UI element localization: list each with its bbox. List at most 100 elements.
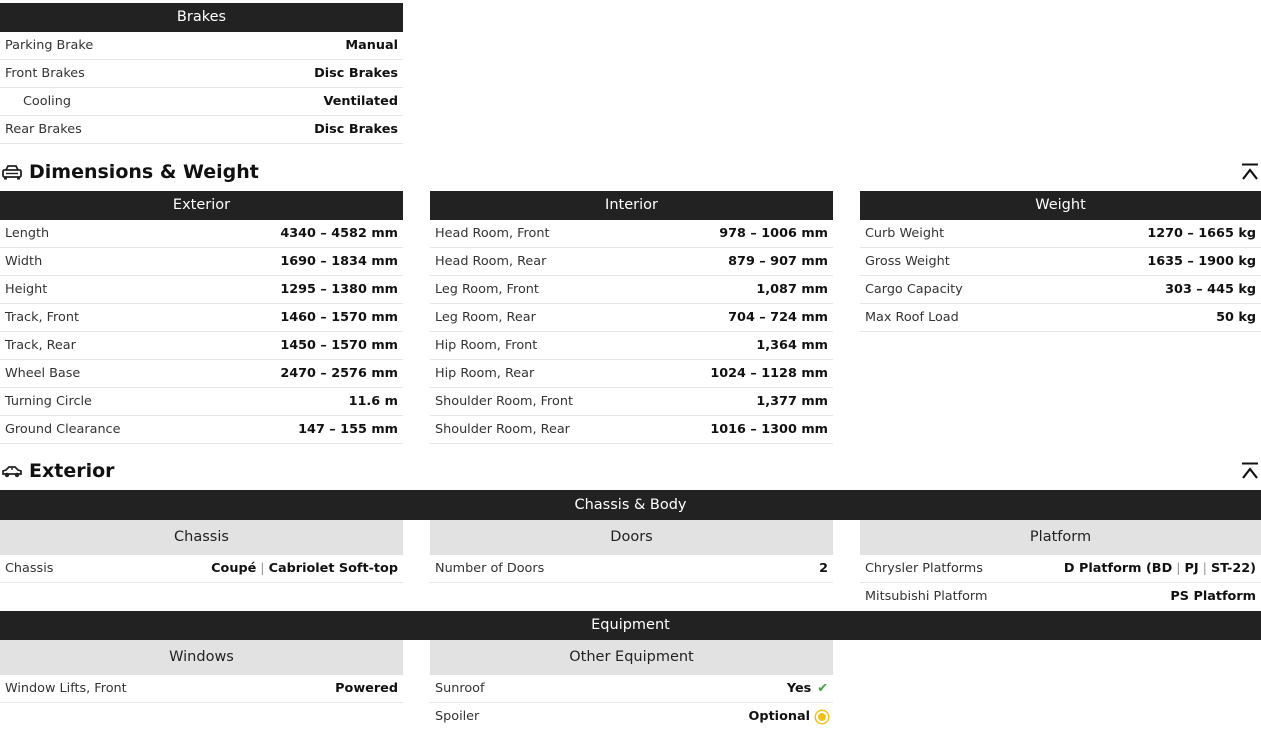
row-label: Sunroof	[435, 681, 485, 696]
row-value: 879 – 907 mm	[728, 254, 828, 269]
row-label: Window Lifts, Front	[5, 681, 127, 696]
platform-value: D Platform (BD	[1063, 561, 1173, 576]
chassis-table: Chassis Chassis Coupé | Cabriolet Soft-top	[0, 520, 403, 583]
table-row: Spoiler Optional	[430, 703, 833, 730]
platform-value: ST-22)	[1210, 561, 1256, 576]
table-row: Max Roof Load 50 kg	[860, 304, 1261, 332]
row-label: Rear Brakes	[5, 122, 82, 137]
collapse-up-icon[interactable]	[1241, 462, 1259, 480]
row-label: Width	[5, 254, 43, 269]
table-row: Cooling Ventilated	[0, 88, 403, 116]
row-label: Cooling	[23, 94, 71, 109]
table-row: Head Room, Front 978 – 1006 mm	[430, 220, 833, 248]
row-label: Mitsubishi Platform	[865, 589, 988, 604]
row-value: Powered	[335, 681, 398, 696]
platform-table: Platform Chrysler Platforms D Platform (…	[860, 520, 1261, 610]
table-row: Hip Room, Front 1,364 mm	[430, 332, 833, 360]
chassis-value-cabriolet: Cabriolet Soft-top	[268, 561, 398, 576]
table-row: Head Room, Rear 879 – 907 mm	[430, 248, 833, 276]
row-value: 1016 – 1300 mm	[710, 422, 828, 437]
row-label: Head Room, Front	[435, 226, 550, 241]
dimensions-section-title: Dimensions & Weight	[2, 157, 259, 187]
row-label: Height	[5, 282, 48, 297]
chassis-subheader: Chassis	[0, 520, 403, 555]
row-value: D Platform (BD | PJ | ST-22)	[1064, 561, 1256, 576]
row-label: Track, Front	[5, 310, 79, 325]
row-value: Optional	[749, 709, 828, 724]
spoiler-value: Optional	[748, 709, 810, 724]
row-value: 1,087 mm	[756, 282, 828, 297]
exterior-section-title: Exterior	[2, 456, 115, 486]
row-value: PS Platform	[1170, 589, 1256, 604]
row-value: 2	[819, 561, 828, 576]
interior-dimensions-header: Interior	[430, 191, 833, 220]
row-value: 1,377 mm	[756, 394, 828, 409]
row-value: 147 – 155 mm	[298, 422, 398, 437]
table-row: Width 1690 – 1834 mm	[0, 248, 403, 276]
row-value: 4340 – 4582 mm	[280, 226, 398, 241]
row-value: 1635 – 1900 kg	[1147, 254, 1256, 269]
row-label: Curb Weight	[865, 226, 945, 241]
row-value: Disc Brakes	[314, 66, 398, 81]
row-label: Number of Doors	[435, 561, 545, 576]
table-row: Window Lifts, Front Powered	[0, 675, 403, 703]
chassis-value-coupe: Coupé	[211, 561, 257, 576]
exterior-title-text: Exterior	[29, 460, 115, 482]
windows-subheader: Windows	[0, 640, 403, 675]
row-value: Disc Brakes	[314, 122, 398, 137]
collapse-up-icon[interactable]	[1241, 163, 1259, 181]
row-value: 303 – 445 kg	[1165, 282, 1256, 297]
table-row: Leg Room, Front 1,087 mm	[430, 276, 833, 304]
optional-dot-icon	[816, 710, 828, 723]
doors-subheader: Doors	[430, 520, 833, 555]
table-row: Mitsubishi Platform PS Platform	[860, 583, 1261, 610]
row-label: Length	[5, 226, 50, 241]
weight-table: Weight Curb Weight 1270 – 1665 kg Gross W…	[860, 191, 1261, 332]
row-value: 1460 – 1570 mm	[280, 310, 398, 325]
row-value: 704 – 724 mm	[728, 310, 828, 325]
sunroof-value: Yes	[786, 681, 812, 696]
row-label: Chassis	[5, 561, 54, 576]
table-row: Leg Room, Rear 704 – 724 mm	[430, 304, 833, 332]
row-value: Yes ✔	[787, 681, 828, 696]
row-value: 1024 – 1128 mm	[710, 366, 828, 381]
car-side-icon	[2, 466, 22, 478]
table-row: Track, Front 1460 – 1570 mm	[0, 304, 403, 332]
row-value: Manual	[345, 38, 398, 53]
row-label: Hip Room, Front	[435, 338, 538, 353]
row-label: Hip Room, Rear	[435, 366, 535, 381]
value-separator: |	[1176, 561, 1181, 576]
row-label: Chrysler Platforms	[865, 561, 983, 576]
row-label: Cargo Capacity	[865, 282, 963, 297]
row-label: Track, Rear	[5, 338, 76, 353]
table-row: Front Brakes Disc Brakes	[0, 60, 403, 88]
row-label: Turning Circle	[5, 394, 92, 409]
table-row: Shoulder Room, Rear 1016 – 1300 mm	[430, 416, 833, 444]
row-value: 1690 – 1834 mm	[280, 254, 398, 269]
row-label: Shoulder Room, Front	[435, 394, 573, 409]
table-row: Cargo Capacity 303 – 445 kg	[860, 276, 1261, 304]
platform-subheader: Platform	[860, 520, 1261, 555]
check-icon: ✔	[817, 681, 828, 696]
table-row: Parking Brake Manual	[0, 32, 403, 60]
row-value: 1295 – 1380 mm	[280, 282, 398, 297]
windows-table: Windows Window Lifts, Front Powered	[0, 640, 403, 703]
row-label: Leg Room, Front	[435, 282, 539, 297]
table-row: Number of Doors 2	[430, 555, 833, 583]
car-front-icon	[2, 165, 22, 180]
table-row: Track, Rear 1450 – 1570 mm	[0, 332, 403, 360]
table-row: Curb Weight 1270 – 1665 kg	[860, 220, 1261, 248]
brakes-header: Brakes	[0, 3, 403, 32]
table-row: Gross Weight 1635 – 1900 kg	[860, 248, 1261, 276]
table-row: Wheel Base 2470 – 2576 mm	[0, 360, 403, 388]
table-row: Shoulder Room, Front 1,377 mm	[430, 388, 833, 416]
row-label: Max Roof Load	[865, 310, 959, 325]
row-value: 50 kg	[1216, 310, 1256, 325]
row-value: 2470 – 2576 mm	[280, 366, 398, 381]
equipment-header: Equipment	[0, 611, 1261, 640]
row-label: Spoiler	[435, 709, 480, 724]
row-value: 1,364 mm	[756, 338, 828, 353]
table-row: Length 4340 – 4582 mm	[0, 220, 403, 248]
table-row: Chassis Coupé | Cabriolet Soft-top	[0, 555, 403, 583]
table-row: Rear Brakes Disc Brakes	[0, 116, 403, 144]
